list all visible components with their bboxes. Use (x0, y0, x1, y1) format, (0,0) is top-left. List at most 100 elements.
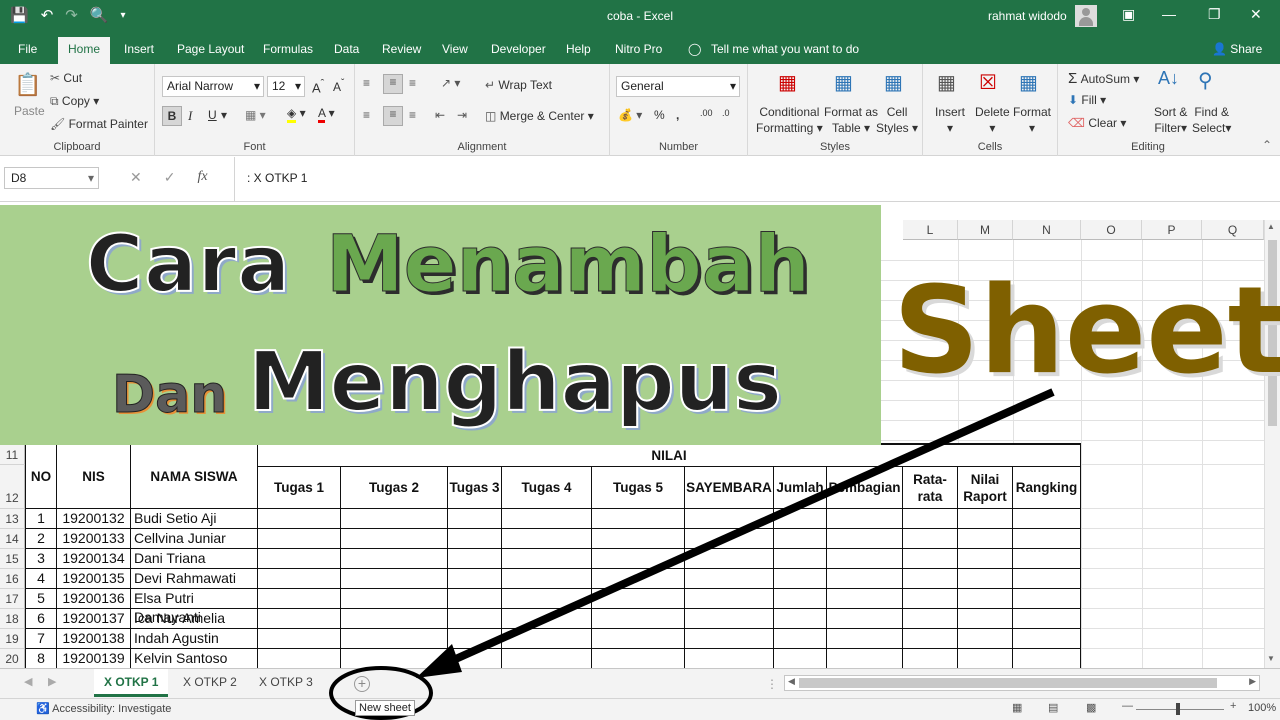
cell-nama-siswa[interactable]: Devi Rahmawati (131, 569, 258, 589)
cell-nama-siswa[interactable]: Cellvina Juniar (131, 529, 258, 549)
table-cell[interactable] (448, 589, 502, 609)
split-handle-icon[interactable]: ⋮ (766, 677, 778, 691)
table-cell[interactable] (448, 609, 502, 629)
paste-button[interactable]: Paste (14, 104, 45, 118)
table-cell[interactable] (448, 549, 502, 569)
table-cell[interactable] (502, 589, 592, 609)
table-cell[interactable] (774, 629, 827, 649)
conditional-formatting-button[interactable]: Conditional Formatting ▾ (756, 104, 823, 136)
table-cell[interactable] (903, 589, 958, 609)
table-cell[interactable] (774, 649, 827, 668)
align-center-icon[interactable]: ≡ (383, 106, 403, 126)
table-cell[interactable] (592, 569, 685, 589)
table-cell[interactable] (341, 589, 448, 609)
sheet-tab-x-otkp-2[interactable]: X OTKP 2 (173, 669, 247, 697)
table-cell[interactable] (1013, 649, 1081, 668)
scroll-left-icon[interactable]: ◀ (788, 676, 795, 687)
table-cell[interactable] (1013, 629, 1081, 649)
accessibility-status[interactable]: ♿ Accessibility: Investigate (36, 702, 171, 715)
table-cell[interactable] (592, 529, 685, 549)
table-cell[interactable] (958, 609, 1013, 629)
header-rangking[interactable]: Rangking (1013, 467, 1081, 509)
tab-home[interactable]: Home (58, 37, 111, 64)
tab-insert[interactable]: Insert (124, 42, 154, 56)
table-cell[interactable] (1013, 549, 1081, 569)
table-cell[interactable] (502, 609, 592, 629)
table-cell[interactable] (958, 649, 1013, 668)
tab-developer[interactable]: Developer (491, 42, 546, 56)
table-cell[interactable] (502, 529, 592, 549)
font-size-select[interactable]: 12 ▾ (267, 76, 305, 97)
table-cell[interactable] (258, 569, 341, 589)
table-cell[interactable] (958, 569, 1013, 589)
increase-indent-icon[interactable]: ⇥ (457, 108, 467, 122)
insert-button[interactable]: Insert ▾ (935, 104, 965, 136)
table-cell[interactable] (827, 609, 903, 629)
cell-nama-siswa[interactable]: Ica Nur Amelia (131, 609, 258, 629)
cell-nis[interactable]: 19200139 (57, 649, 131, 668)
table-cell[interactable] (774, 569, 827, 589)
table-cell[interactable] (903, 529, 958, 549)
cell-nis[interactable]: 19200133 (57, 529, 131, 549)
bold-button[interactable]: B (162, 106, 182, 126)
row-header-18[interactable]: 18 (0, 609, 25, 629)
row-header-17[interactable]: 17 (0, 589, 25, 609)
new-sheet-button[interactable]: + (354, 676, 370, 692)
table-cell[interactable] (685, 509, 774, 529)
cell-nama-siswa[interactable]: Dani Triana (131, 549, 258, 569)
fill-button[interactable]: ⬇ Fill ▾ (1068, 93, 1106, 107)
header-nama-siswa[interactable]: NAMA SISWA (131, 445, 258, 509)
tab-nitro-pro[interactable]: Nitro Pro (615, 42, 662, 56)
table-cell[interactable] (592, 549, 685, 569)
cancel-icon[interactable]: ✕ (130, 169, 142, 186)
table-cell[interactable] (448, 649, 502, 668)
zoom-in-icon[interactable]: + (1230, 700, 1236, 712)
header-tugas-5[interactable]: Tugas 5 (592, 467, 685, 509)
table-cell[interactable] (903, 549, 958, 569)
tab-formulas[interactable]: Formulas (263, 42, 313, 56)
table-cell[interactable] (958, 549, 1013, 569)
restore-icon[interactable]: ❐ (1208, 6, 1221, 23)
table-cell[interactable] (258, 529, 341, 549)
page-break-view-icon[interactable]: ▩ (1086, 701, 1096, 714)
header-tugas-4[interactable]: Tugas 4 (502, 467, 592, 509)
number-format-select[interactable]: General ▾ (616, 76, 740, 97)
close-icon[interactable]: ✕ (1250, 6, 1262, 23)
table-cell[interactable] (448, 509, 502, 529)
decrease-indent-icon[interactable]: ⇤ (435, 108, 445, 122)
row-header-19[interactable]: 19 (0, 629, 25, 649)
increase-font-icon[interactable]: Aˆ (312, 78, 324, 95)
table-cell[interactable] (685, 569, 774, 589)
table-cell[interactable] (341, 569, 448, 589)
decrease-font-icon[interactable]: Aˇ (333, 78, 344, 94)
row-header-11[interactable]: 11 (0, 445, 25, 465)
share-button[interactable]: 👤 Share (1212, 42, 1262, 56)
scroll-right-icon[interactable]: ▶ (1249, 676, 1256, 687)
font-name-select[interactable]: Arial Narrow ▾ (162, 76, 264, 97)
ribbon-display-icon[interactable]: ▣ (1122, 6, 1135, 23)
sort-filter-button[interactable]: Sort & Filter▾ (1154, 104, 1187, 136)
sheet-tab-x-otkp-1[interactable]: X OTKP 1 (94, 669, 169, 697)
table-cell[interactable] (258, 589, 341, 609)
scroll-down-icon[interactable]: ▼ (1267, 654, 1275, 663)
scroll-right-icon[interactable]: ▶ (48, 675, 56, 688)
sheet-tab-x-otkp-3[interactable]: X OTKP 3 (249, 669, 323, 697)
header-nilai-raport[interactable]: Nilai Raport (958, 467, 1013, 509)
table-cell[interactable] (685, 609, 774, 629)
cell-nama-siswa[interactable]: Indah Agustin (131, 629, 258, 649)
cell-no[interactable]: 7 (26, 629, 57, 649)
header-pembagian[interactable]: Pembagian (827, 467, 903, 509)
row-header-13[interactable]: 13 (0, 509, 25, 529)
cell-no[interactable]: 3 (26, 549, 57, 569)
fill-color-icon[interactable]: ◈ ▾ (287, 106, 306, 123)
cell-nis[interactable]: 19200134 (57, 549, 131, 569)
tab-page-layout[interactable]: Page Layout (177, 42, 244, 56)
minimize-icon[interactable]: — (1162, 6, 1176, 22)
table-cell[interactable] (258, 649, 341, 668)
column-header-n[interactable]: N (1013, 220, 1081, 240)
table-cell[interactable] (1013, 509, 1081, 529)
table-cell[interactable] (592, 589, 685, 609)
function-icon[interactable]: fx (197, 169, 207, 186)
column-header-q[interactable]: Q (1202, 220, 1264, 240)
row-header-16[interactable]: 16 (0, 569, 25, 589)
